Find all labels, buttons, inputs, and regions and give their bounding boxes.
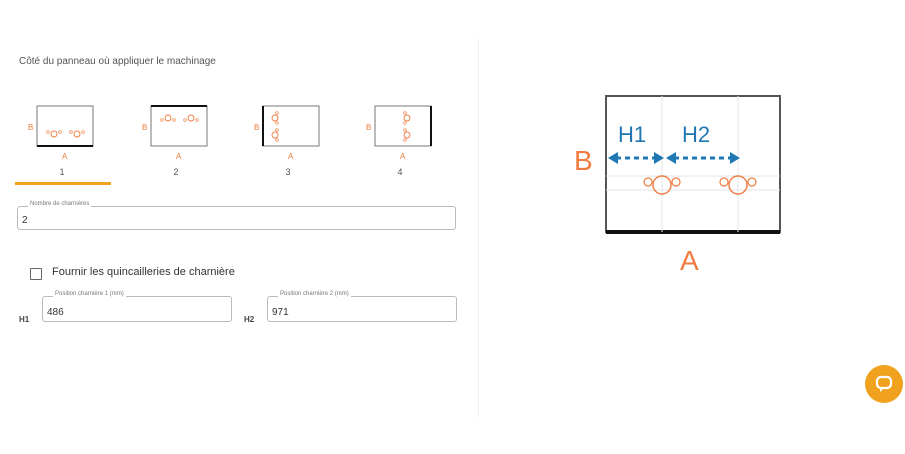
side-option-number: 1 (59, 167, 65, 177)
position-2-value: 971 (272, 307, 289, 318)
position-1-legend: Position charnière 1 (mm) (53, 291, 126, 297)
hardware-checkbox-label: Fournir les quincailleries de charnière (52, 266, 235, 278)
side-2-label-a: A (176, 152, 182, 161)
side-2-diagram-icon: B A (142, 105, 208, 161)
diagram-side-b-label: B (574, 145, 593, 176)
hardware-checkbox[interactable] (30, 268, 42, 280)
section-title: Côté du panneau où appliquer le machinag… (19, 56, 216, 67)
side-option-number: 4 (397, 167, 403, 177)
hinge-count-legend: Nombre de charnières (28, 201, 92, 207)
side-option-number: 2 (173, 167, 179, 177)
side-3-label-b: B (254, 123, 259, 132)
selected-side-indicator (15, 182, 111, 185)
side-4-label-b: B (366, 123, 371, 132)
chat-button[interactable] (865, 365, 903, 403)
side-1-label-a: A (62, 152, 68, 161)
side-3-label-a: A (288, 152, 294, 161)
diagram-h2-label: H2 (682, 122, 710, 147)
diagram-h1-label: H1 (618, 122, 646, 147)
side-4-diagram-icon: B A (366, 105, 432, 161)
diagram-side-a-label: A (680, 245, 699, 276)
position-tag-h1: H1 (19, 315, 30, 324)
side-option-4[interactable]: B A 4 (365, 104, 435, 179)
position-2-legend: Position charnière 2 (mm) (278, 291, 351, 297)
position-1-value: 486 (47, 307, 64, 318)
side-option-2[interactable]: B A 2 (141, 104, 211, 179)
hinge-count-field[interactable]: Nombre de charnières 2 (17, 201, 456, 230)
hinge-position-diagram: H1 H2 B A (574, 95, 781, 276)
side-1-diagram-icon: B A (28, 105, 94, 161)
position-1-field[interactable]: Position charnière 1 (mm) 486 (42, 291, 232, 322)
side-4-label-a: A (400, 152, 406, 161)
side-1-label-b: B (28, 123, 33, 132)
side-option-3[interactable]: B A 3 (253, 104, 323, 179)
position-2-field[interactable]: Position charnière 2 (mm) 971 (267, 291, 457, 322)
side-option-number: 3 (285, 167, 291, 177)
position-tag-h2: H2 (244, 315, 255, 324)
side-option-1[interactable]: B A 1 (27, 104, 97, 179)
side-2-label-b: B (142, 123, 147, 132)
chat-bubble-icon (875, 375, 893, 392)
side-3-diagram-icon: B A (254, 105, 320, 161)
hinge-count-value: 2 (22, 215, 28, 226)
